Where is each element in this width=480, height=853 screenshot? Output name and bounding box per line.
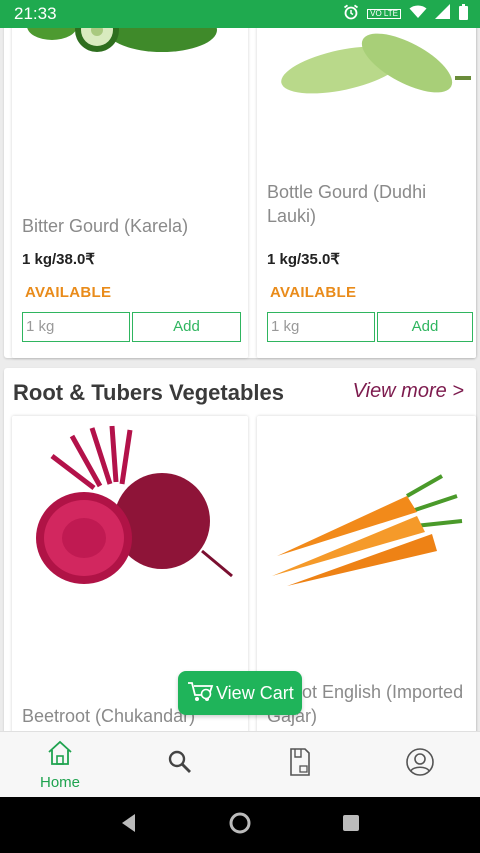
nav-profile[interactable] xyxy=(360,732,480,797)
system-navigation-bar xyxy=(0,797,480,853)
product-card-bottle-gourd[interactable]: Bottle Gourd (Dudhi Lauki) 1 kg/35.0₹ AV… xyxy=(257,28,476,358)
product-name: Bottle Gourd (Dudhi Lauki) xyxy=(267,182,427,226)
product-name: Bitter Gourd (Karela) xyxy=(22,216,189,236)
wifi-icon xyxy=(409,5,427,24)
view-more-link[interactable]: View more > xyxy=(353,380,464,403)
alarm-icon xyxy=(343,4,359,25)
nav-search[interactable] xyxy=(120,732,240,797)
battery-icon xyxy=(459,3,468,25)
search-icon xyxy=(167,749,193,780)
product-feed[interactable]: Bitter Gourd (Karela) 1 kg/38.0₹ AVAILAB… xyxy=(0,28,480,731)
recents-icon[interactable] xyxy=(341,813,361,838)
home-circle-icon[interactable] xyxy=(228,811,252,840)
product-price: 1 kg/38.0₹ xyxy=(22,251,95,268)
orders-icon xyxy=(287,747,313,782)
section-title: Root & Tubers Vegetables xyxy=(13,380,284,405)
quantity-select[interactable]: 1 kg xyxy=(22,312,130,342)
status-bar: 21:33 VO LTE xyxy=(0,0,480,28)
nav-home-label: Home xyxy=(39,773,80,791)
gourd-section: Bitter Gourd (Karela) 1 kg/38.0₹ AVAILAB… xyxy=(4,28,476,358)
home-icon xyxy=(46,739,74,772)
back-icon[interactable] xyxy=(119,812,139,839)
profile-icon xyxy=(405,747,435,782)
availability-badge: AVAILABLE xyxy=(25,284,112,301)
nav-orders[interactable] xyxy=(240,732,360,797)
nav-home[interactable]: Home xyxy=(0,732,120,797)
product-card-bitter-gourd[interactable]: Bitter Gourd (Karela) 1 kg/38.0₹ AVAILAB… xyxy=(12,28,248,358)
lte-badge: VO LTE xyxy=(367,9,401,19)
bitter-gourd-image xyxy=(12,28,248,198)
view-cart-button[interactable]: View Cart xyxy=(178,671,302,715)
bottom-navigation: Home xyxy=(0,731,480,797)
add-button[interactable]: Add xyxy=(132,312,241,342)
view-cart-label: View Cart xyxy=(216,682,294,703)
signal-icon xyxy=(435,4,451,24)
bottle-gourd-image xyxy=(257,28,476,198)
add-button[interactable]: Add xyxy=(377,312,473,342)
product-price: 1 kg/35.0₹ xyxy=(267,251,340,268)
carrot-image xyxy=(257,416,476,616)
status-time: 21:33 xyxy=(14,4,57,23)
availability-badge: AVAILABLE xyxy=(270,284,357,301)
quantity-select[interactable]: 1 kg xyxy=(267,312,375,342)
status-icons: VO LTE xyxy=(343,3,468,25)
beetroot-image xyxy=(12,416,248,616)
cart-icon xyxy=(186,679,216,708)
